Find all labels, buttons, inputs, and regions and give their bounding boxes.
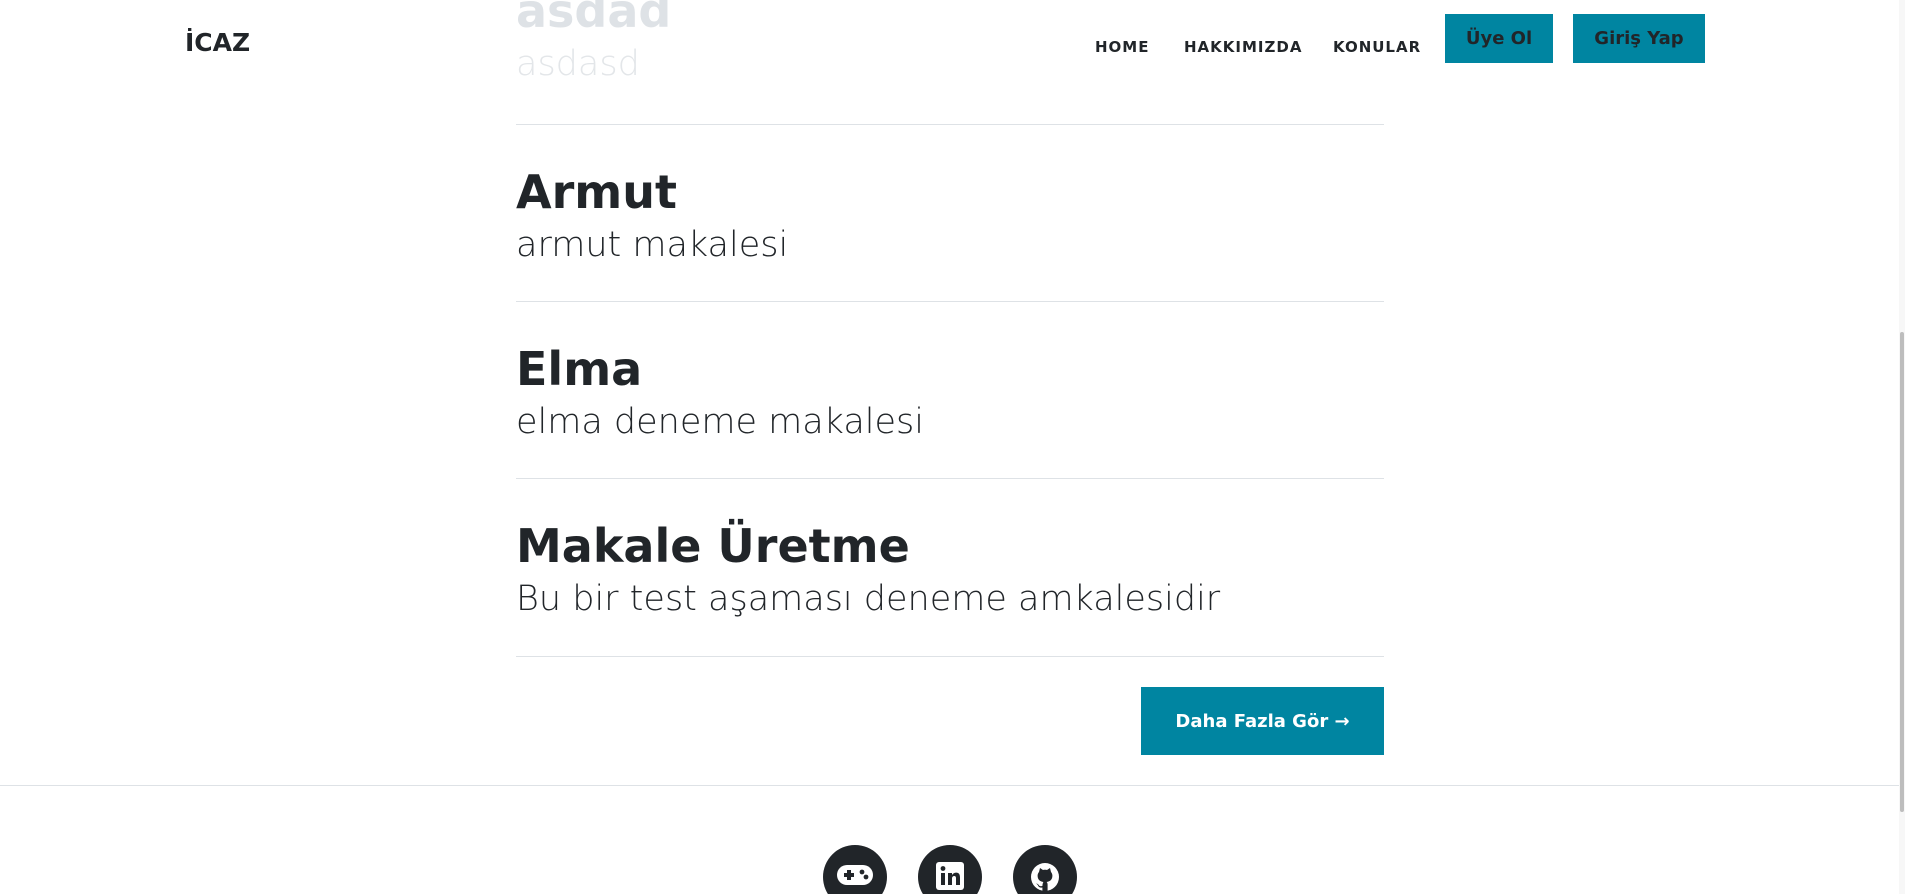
navbar: İCAZ HOME HAKKIMIZDA KONULAR Üye Ol Giri… — [0, 0, 1905, 90]
login-button[interactable]: Giriş Yap — [1573, 14, 1705, 63]
post-preview[interactable]: Elma elma deneme makalesi — [516, 342, 1384, 444]
post-subtitle: elma deneme makalesi — [516, 402, 925, 442]
nav-link-about[interactable]: HAKKIMIZDA — [1184, 38, 1302, 56]
post-title[interactable]: Elma — [516, 342, 1384, 396]
post-preview[interactable]: Makale Üretme Bu bir test aşaması deneme… — [516, 519, 1384, 621]
post-subtitle: Bu bir test aşaması deneme amkalesidir — [516, 579, 1221, 619]
github-icon — [1031, 863, 1059, 891]
post-divider — [516, 656, 1384, 657]
post-title[interactable]: Armut — [516, 165, 1384, 219]
gamepad-link[interactable] — [823, 845, 887, 894]
post-subtitle: armut makalesi — [516, 225, 789, 265]
brand-logo[interactable]: İCAZ — [185, 28, 250, 57]
scrollbar-track[interactable] — [1899, 0, 1905, 894]
post-divider — [516, 478, 1384, 479]
post-divider — [516, 301, 1384, 302]
linkedin-icon — [936, 862, 964, 890]
gamepad-icon — [837, 865, 873, 885]
register-button[interactable]: Üye Ol — [1445, 14, 1553, 63]
post-divider — [516, 124, 1384, 125]
more-posts-button[interactable]: Daha Fazla Gör → — [1141, 687, 1384, 755]
linkedin-link[interactable] — [918, 845, 982, 894]
nav-link-home[interactable]: HOME — [1095, 38, 1149, 56]
nav-link-topics[interactable]: KONULAR — [1333, 38, 1421, 56]
scrollbar-thumb[interactable] — [1900, 332, 1904, 812]
post-preview[interactable]: Armut armut makalesi — [516, 165, 1384, 267]
post-title[interactable]: Makale Üretme — [516, 519, 1384, 573]
github-link[interactable] — [1013, 845, 1077, 894]
page: asdad asdasd Armut armut makalesi Elma e… — [0, 0, 1905, 894]
footer-divider — [0, 785, 1905, 786]
